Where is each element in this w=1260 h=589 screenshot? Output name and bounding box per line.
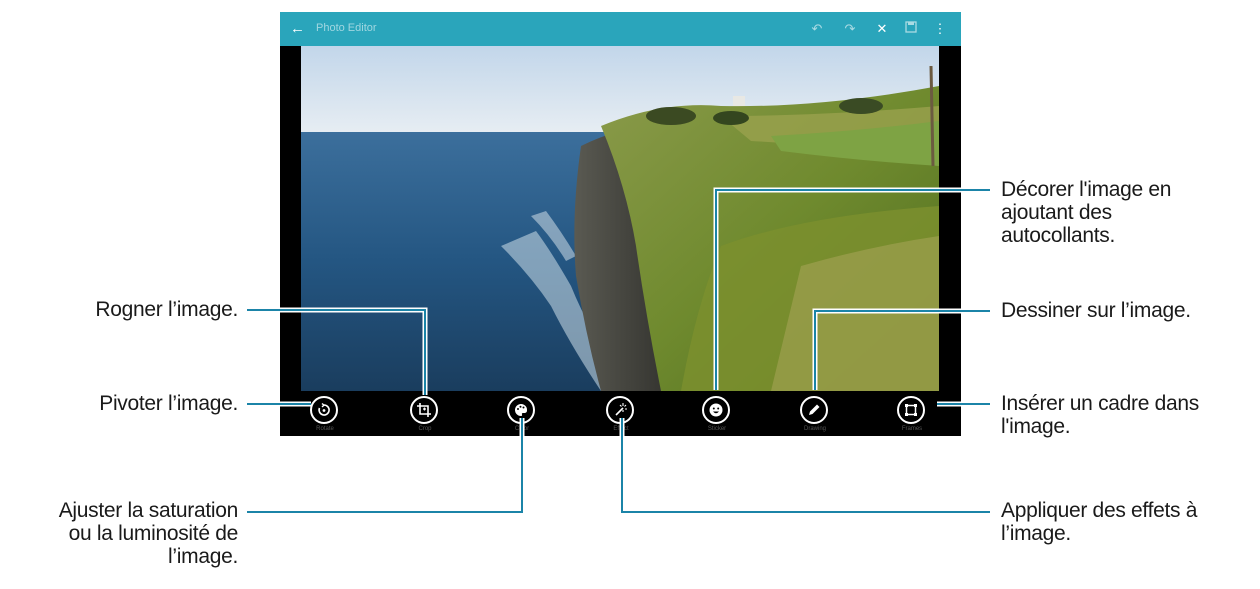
sticker-callout-line-2: ajoutant des xyxy=(1001,201,1112,224)
back-arrow-icon[interactable]: ← xyxy=(290,20,308,38)
coastal-cliff-photo xyxy=(301,46,939,391)
photo-canvas[interactable] xyxy=(301,46,939,391)
effect-callout-line-2: l’image. xyxy=(1001,522,1071,545)
editing-toolbar: Rotate Crop Color Effect Sticker Drawing… xyxy=(280,391,961,436)
palette-icon xyxy=(507,396,535,424)
sticker-callout-line-1: Décorer l'image en xyxy=(1001,178,1172,201)
save-icon[interactable] xyxy=(902,20,920,38)
rotate-callout: Pivoter l’image. xyxy=(99,392,238,415)
frames-tool-button[interactable]: Frames xyxy=(882,396,942,434)
effect-callout: Appliquer des effets à l’image. xyxy=(1001,499,1256,545)
smiley-icon xyxy=(702,396,730,424)
frame-icon xyxy=(897,396,925,424)
effect-callout-line-1: Appliquer des effets à xyxy=(1001,499,1198,522)
drawing-tool-label: Drawing xyxy=(803,426,826,432)
magic-wand-icon xyxy=(606,396,634,424)
app-title: Photo Editor xyxy=(316,22,377,34)
frames-callout: Insérer un cadre dans l'image. xyxy=(1001,392,1256,438)
sticker-callout: Décorer l'image en ajoutant des autocoll… xyxy=(1001,178,1251,247)
frames-callout-line-1: Insérer un cadre dans xyxy=(1001,392,1199,415)
sticker-tool-label: Sticker xyxy=(707,426,727,432)
undo-icon[interactable]: ↶ xyxy=(808,20,826,38)
color-callout-line-1: Ajuster la saturation xyxy=(58,499,239,522)
crop-icon xyxy=(410,396,438,424)
frames-tool-label: Frames xyxy=(901,426,923,432)
frames-callout-line-2: l'image. xyxy=(1001,415,1071,438)
color-callout-line-2: ou la luminosité de xyxy=(68,522,239,545)
effect-tool-label: Effect xyxy=(613,426,629,432)
sticker-callout-line-3: autocollants. xyxy=(1001,224,1116,247)
tablet-screen: ← Photo Editor ↶ ↷ ✕ ⋮ Rotate Crop Color… xyxy=(280,12,961,436)
crop-callout: Rogner l’image. xyxy=(95,298,238,321)
color-callout: Ajuster la saturation ou la luminosité d… xyxy=(0,499,239,568)
more-options-icon[interactable]: ⋮ xyxy=(931,20,949,38)
sticker-tool-button[interactable]: Sticker xyxy=(687,396,747,434)
crop-tool-label: Crop xyxy=(418,426,432,432)
redo-icon[interactable]: ↷ xyxy=(841,20,859,38)
color-callout-line-3: l’image. xyxy=(168,545,238,568)
drawing-callout: Dessiner sur l’image. xyxy=(1001,299,1191,322)
app-bar: ← Photo Editor ↶ ↷ ✕ ⋮ xyxy=(280,12,961,46)
rotate-icon xyxy=(310,396,338,424)
pencil-icon xyxy=(800,396,828,424)
effect-tool-button[interactable]: Effect xyxy=(591,396,651,434)
rotate-tool-button[interactable]: Rotate xyxy=(295,396,355,434)
close-icon[interactable]: ✕ xyxy=(873,20,891,38)
drawing-tool-button[interactable]: Drawing xyxy=(785,396,845,434)
color-tool-label: Color xyxy=(514,426,530,432)
rotate-tool-label: Rotate xyxy=(316,426,334,432)
color-tool-button[interactable]: Color xyxy=(492,396,552,434)
crop-tool-button[interactable]: Crop xyxy=(395,396,455,434)
